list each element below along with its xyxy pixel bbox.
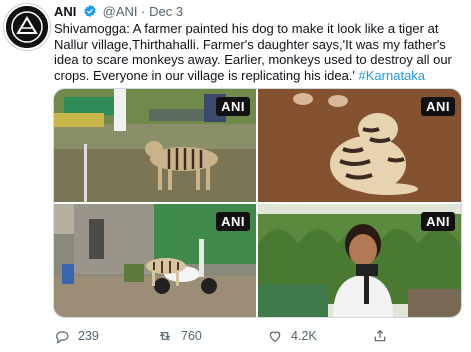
like-button[interactable]: 4.2K (267, 326, 317, 346)
reporter-photo[interactable]: ANI (258, 204, 461, 317)
reply-icon (56, 331, 69, 344)
ani-watermark: ANI (421, 97, 455, 116)
avatar[interactable] (4, 4, 50, 50)
tweet-text: Shivamogga: A farmer painted his dog to … (54, 21, 462, 83)
tweet-date[interactable]: Dec 3 (149, 4, 183, 19)
dog-by-scooter-photo[interactable]: ANI (54, 204, 256, 317)
ani-watermark: ANI (216, 97, 250, 116)
reply-button[interactable]: 239 (54, 326, 99, 346)
ani-watermark: ANI (421, 212, 455, 231)
reply-count: 239 (78, 329, 99, 343)
display-name[interactable]: ANI (54, 4, 76, 19)
painted-dog-closeup-photo[interactable]: ANI (258, 89, 461, 202)
ani-watermark: ANI (216, 212, 250, 231)
retweet-icon (159, 332, 171, 340)
retweet-count: 760 (181, 329, 202, 343)
action-bar: 239 760 4.2K (54, 326, 454, 346)
farm-dog-photo[interactable]: ANI (54, 89, 256, 202)
like-count: 4.2K (291, 329, 317, 343)
hashtag-link[interactable]: #Karnataka (359, 68, 426, 83)
share-icon (374, 329, 386, 342)
separator: · (141, 4, 146, 19)
like-icon (269, 331, 281, 343)
share-button[interactable] (372, 326, 396, 346)
retweet-button[interactable]: 760 (157, 326, 202, 346)
media-grid: ANI ANI ANI ANI (53, 88, 462, 318)
tweet-header: ANI @ANI · Dec 3 (54, 4, 461, 20)
handle[interactable]: @ANI (103, 4, 138, 19)
verified-badge-icon (83, 4, 97, 18)
